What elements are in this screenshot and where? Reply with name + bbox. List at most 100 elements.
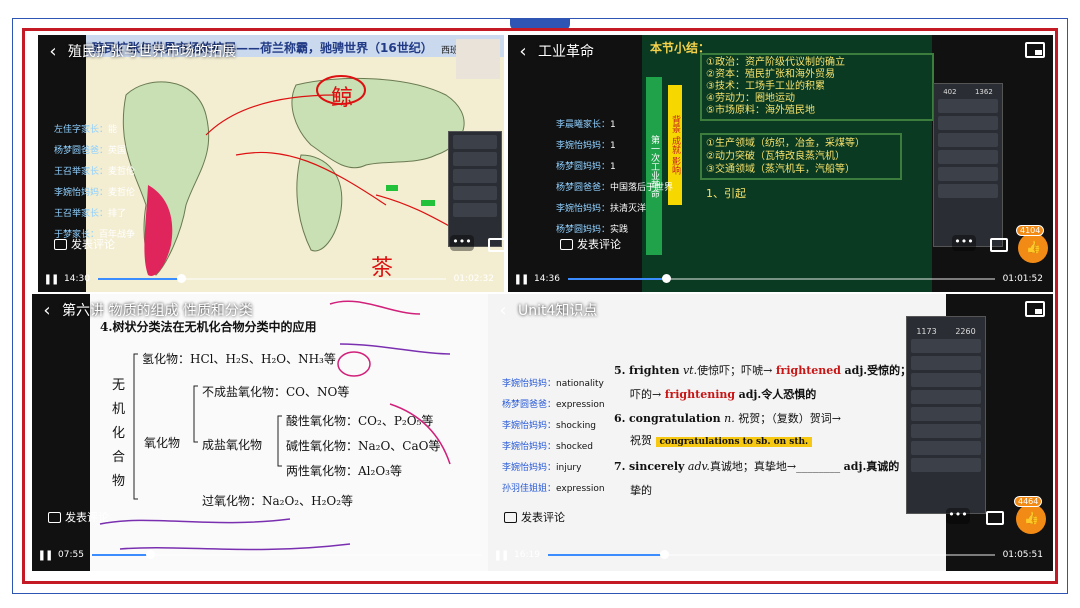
more-options-button[interactable]: ••• [952, 235, 976, 251]
cast-screen-icon[interactable] [986, 511, 1004, 525]
send-comment-button[interactable]: 发表评论 [48, 509, 109, 525]
progress-track[interactable] [567, 274, 995, 283]
comment-item: 杨梦圆爸爸：expression [502, 400, 605, 410]
vocab-line: 吓的→ frightening adj.令人恐惧的 [630, 388, 817, 401]
comment-item: 李婉怡妈妈：1 [556, 141, 616, 151]
back-icon[interactable]: ‹ [32, 300, 62, 321]
progress-knob[interactable] [660, 550, 670, 559]
playback-controls: ❚❚ 07:55 [32, 542, 490, 568]
progress-track[interactable] [97, 274, 446, 283]
comment-item: 左佳字家长：能 [54, 125, 118, 135]
current-time: 14:30 [64, 274, 90, 284]
back-icon[interactable]: ‹ [508, 41, 538, 62]
comment-icon [48, 511, 61, 523]
back-icon[interactable]: ‹ [38, 41, 68, 62]
current-time: 07:55 [58, 550, 84, 560]
comment-item: 杨梦圆妈妈：1 [556, 162, 616, 172]
playback-controls: ❚❚ 14:30 01:02:32 [38, 266, 504, 292]
cast-screen-icon[interactable] [488, 238, 504, 252]
video-panel-history-map[interactable]: 鲸 茶 殖民扩张与世界市场的扩展——荷兰称霸，驰骋世界（16世纪） 西班牙的 ‹… [38, 35, 504, 292]
send-comment-button[interactable]: 发表评论 [504, 509, 565, 525]
video-title: 殖民扩张与世界市场的拓展 [68, 44, 236, 60]
video-title: Unit4知识点 [518, 303, 598, 319]
stat-viewers: 402 [943, 88, 957, 96]
stat-count: 2260 [955, 327, 976, 336]
send-comment-button[interactable]: 发表评论 [560, 236, 621, 252]
progress-track[interactable] [91, 550, 482, 559]
video-title: 第六讲 物质的组成 性质和分类 [62, 303, 253, 319]
comment-item: 杨梦圆爸爸：中国落后于世界 [556, 183, 674, 193]
svg-text:鲸: 鲸 [331, 86, 353, 111]
impact-note: 1、引起 [706, 187, 746, 200]
comment-item: 李婉怡妈妈：扶清灭洋 [556, 204, 647, 214]
progress-knob[interactable] [146, 550, 156, 559]
comment-item: 李婉怡妈妈：shocked [502, 442, 594, 452]
comment-list: 李晨曦家长：1 李婉怡妈妈：1 杨梦圆妈妈：1 杨梦圆爸爸：中国落后于世界 李婉… [556, 117, 673, 243]
comment-item: 王召举家长：排了 [54, 209, 127, 219]
title-bar: ‹ 工业革命 [508, 35, 1053, 67]
pause-icon[interactable]: ❚❚ [32, 550, 58, 561]
total-time: 01:02:32 [453, 274, 494, 284]
back-icon[interactable]: ‹ [488, 300, 518, 321]
comment-item: 杨梦圆爸爸：英国 [54, 146, 127, 156]
more-options-button[interactable]: ••• [946, 508, 970, 524]
vocab-line: 5. frighten vt.使惊吓；吓唬→ frightened adj.受惊… [614, 364, 912, 377]
playback-controls: ❚❚ 14:36 01:01:52 [508, 266, 1053, 292]
total-time: 01:05:51 [1002, 550, 1043, 560]
comment-item: 杨梦圆妈妈：实践 [556, 225, 629, 235]
comment-item: 孙羽佳姐姐：expression [502, 484, 605, 494]
vocab-line: 挚的 [630, 484, 652, 497]
map-drawing: 鲸 茶 [86, 35, 504, 281]
comment-icon [560, 238, 573, 250]
comment-item: 李婉怡妈妈：shocking [502, 421, 596, 431]
comment-list: 左佳字家长：能 杨梦圆爸爸：英国 王召举家长：麦哲伦 李婉怡妈妈：麦哲伦 王召举… [54, 122, 135, 248]
video-panel-industrial-revolution[interactable]: 本节小结： 第一次工业革命 背景 成就 影响 ①政治：资产阶级代议制的确立 ②资本… [508, 35, 1053, 292]
chat-thumbnail: 1173 2260 [906, 316, 986, 514]
title-bar: ‹ 殖民扩张与世界市场的拓展 [38, 35, 504, 67]
comment-item: 李晨曦家长：1 [556, 120, 616, 130]
highlighted-answer: congratulations to sb. on sth. [655, 437, 813, 447]
more-options-button[interactable]: ••• [450, 235, 474, 251]
current-time: 16:19 [514, 550, 540, 560]
playback-controls: ❚❚ 16:19 01:05:51 [488, 542, 1053, 568]
like-button[interactable]: 4464 [1014, 496, 1046, 534]
comment-list: 李婉怡妈妈：nationality 杨梦圆爸爸：expression 李婉怡妈妈… [502, 376, 605, 502]
chat-thumbnail: 402 1362 [933, 83, 1003, 247]
comment-item: 李婉怡妈妈：injury [502, 463, 582, 473]
achievement-points: ①生产领域（纺织，冶金，采煤等） ②动力突破（瓦特改良蒸汽机） ③交通领域（蒸汽机车… [700, 133, 902, 180]
progress-knob[interactable] [177, 274, 187, 283]
picture-in-picture-icon[interactable] [1025, 301, 1045, 317]
title-bar: ‹ 第六讲 物质的组成 性质和分类 [32, 294, 490, 326]
title-bar: ‹ Unit4知识点 [488, 294, 1053, 326]
like-count: 4464 [1014, 496, 1043, 507]
picture-in-picture-icon[interactable] [1025, 42, 1045, 58]
world-map: 鲸 茶 殖民扩张与世界市场的扩展——荷兰称霸，驰骋世界（16世纪） 西班牙的 [86, 35, 504, 292]
video-title: 工业革命 [538, 44, 594, 60]
vocab-line: 7. sincerely adv.真诚地；真挚地→________ adj.真诚… [614, 460, 900, 473]
comment-icon [504, 511, 517, 523]
send-comment-button[interactable]: 发表评论 [54, 236, 115, 252]
like-count: 4104 [1016, 225, 1045, 236]
current-time: 14:36 [534, 274, 560, 284]
summary-slide: 本节小结： 第一次工业革命 背景 成就 影响 ①政治：资产阶级代议制的确立 ②资本… [642, 35, 934, 292]
progress-track[interactable] [547, 550, 995, 559]
progress-knob[interactable] [662, 274, 672, 283]
vocab-line: 祝贺 congratulations to sb. on sth. [630, 432, 813, 448]
pause-icon[interactable]: ❚❚ [488, 550, 514, 561]
comment-item: 王召举家长：麦哲伦 [54, 167, 136, 177]
video-panel-english[interactable]: 5. frighten vt.使惊吓；吓唬→ frightened adj.受惊… [488, 294, 1053, 571]
total-time: 01:01:52 [1002, 274, 1043, 284]
handwriting-overlay [99, 300, 451, 551]
stat-viewers: 1173 [916, 327, 937, 336]
comment-item: 李婉怡妈妈：麦哲伦 [54, 188, 136, 198]
video-panel-chemistry[interactable]: 4.树状分类法在无机化合物分类中的应用 无机化合物 氢化物：HCl、H₂S、H₂… [32, 294, 490, 571]
comment-icon [54, 238, 67, 250]
chat-thumbnail [448, 131, 502, 247]
like-button[interactable]: 4104 [1016, 225, 1048, 263]
whiteboard: 4.树状分类法在无机化合物分类中的应用 无机化合物 氢化物：HCl、H₂S、H₂… [90, 294, 490, 571]
vocab-line: 6. congratulation n. 祝贺；（复数）贺词→ [614, 412, 841, 425]
comment-item: 李婉怡妈妈：nationality [502, 379, 604, 389]
pause-icon[interactable]: ❚❚ [38, 274, 64, 285]
cast-screen-icon[interactable] [990, 238, 1008, 252]
pause-icon[interactable]: ❚❚ [508, 274, 534, 285]
